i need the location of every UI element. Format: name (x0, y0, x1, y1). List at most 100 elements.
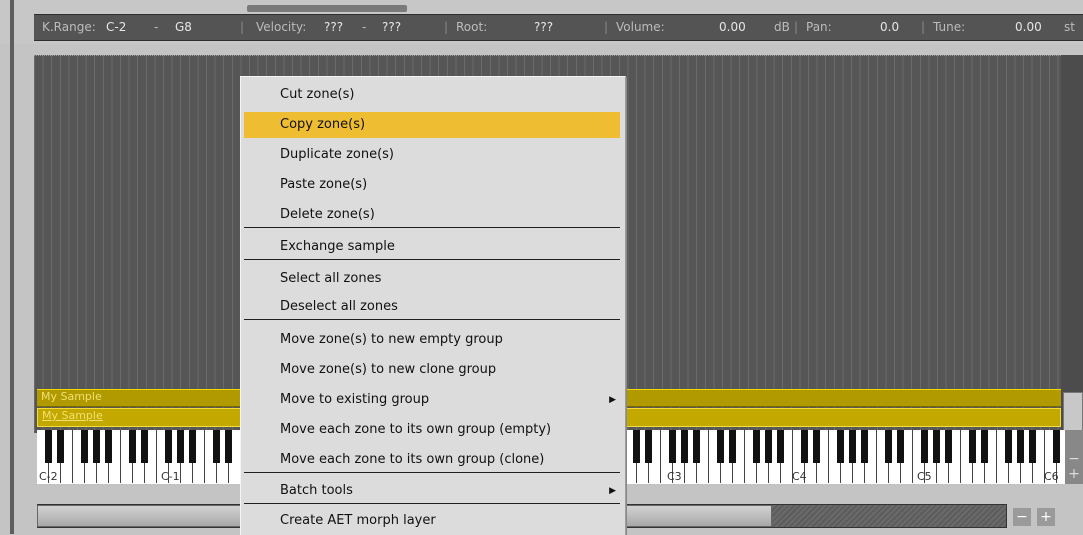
menu-item-move-each-to-own-group-empty[interactable]: Move each zone to its own group (empty) (244, 417, 620, 443)
krange-dash: - (154, 20, 159, 34)
black-key[interactable] (105, 430, 112, 463)
octave-label: C4 (792, 470, 807, 483)
menu-item-label: Move zone(s) to new empty group (280, 332, 503, 347)
zone-label: My Sample (42, 409, 103, 422)
menu-item-copy-zones[interactable]: Copy zone(s) (244, 112, 620, 138)
menu-item-label: Duplicate zone(s) (280, 147, 394, 162)
menu-item-label: Select all zones (280, 271, 382, 286)
velocity-high-value[interactable]: ??? (382, 15, 401, 40)
menu-item-cut-zones[interactable]: Cut zone(s) (244, 82, 620, 108)
volume-unit: dB (774, 20, 790, 34)
black-key[interactable] (45, 430, 52, 463)
black-key[interactable] (813, 430, 820, 463)
black-key[interactable] (93, 430, 100, 463)
black-key[interactable] (681, 430, 688, 463)
black-key[interactable] (225, 430, 232, 463)
menu-item-move-to-new-empty-group[interactable]: Move zone(s) to new empty group (244, 327, 620, 353)
menu-item-label: Batch tools (280, 483, 353, 498)
black-key[interactable] (633, 430, 640, 463)
velocity-low-value[interactable]: ??? (324, 15, 343, 40)
menu-item-move-to-existing-group[interactable]: Move to existing group ▶ (244, 387, 620, 413)
volume-value[interactable]: 0.00 (719, 15, 746, 40)
black-key[interactable] (969, 430, 976, 463)
pan-label: Pan: (806, 20, 832, 34)
menu-item-duplicate-zones[interactable]: Duplicate zone(s) (244, 142, 620, 168)
zoom-in-button[interactable]: + (1037, 508, 1055, 526)
black-key[interactable] (189, 430, 196, 463)
menu-item-label: Cut zone(s) (280, 87, 355, 102)
black-key[interactable] (213, 430, 220, 463)
black-key[interactable] (669, 430, 676, 463)
black-key[interactable] (141, 430, 148, 463)
black-key[interactable] (177, 430, 184, 463)
tune-value[interactable]: 0.00 (1015, 15, 1042, 40)
black-key[interactable] (693, 430, 700, 463)
octave-label: C3 (667, 470, 682, 483)
black-key[interactable] (765, 430, 772, 463)
black-key[interactable] (945, 430, 952, 463)
black-key[interactable] (861, 430, 868, 463)
menu-item-delete-zones[interactable]: Delete zone(s) (244, 202, 620, 228)
black-key[interactable] (729, 430, 736, 463)
octave-label: C6 (1044, 470, 1059, 483)
keyboard-zoom-in-button[interactable]: + (1067, 467, 1081, 481)
menu-item-label: Move to existing group (280, 392, 430, 407)
separator: | (794, 20, 799, 34)
menu-item-label: Create AET morph layer (280, 513, 436, 528)
menu-item-batch-tools[interactable]: Batch tools ▶ (244, 478, 620, 504)
black-key[interactable] (1053, 430, 1060, 463)
zoom-out-button[interactable]: − (1013, 508, 1031, 526)
black-key[interactable] (921, 430, 928, 463)
menu-item-label: Copy zone(s) (280, 117, 366, 132)
black-key[interactable] (129, 430, 136, 463)
black-key[interactable] (885, 430, 892, 463)
submenu-arrow-icon: ▶ (609, 486, 616, 496)
menu-item-select-all-zones[interactable]: Select all zones (244, 266, 620, 292)
octave-label: C5 (917, 470, 932, 483)
menu-item-deselect-all-zones[interactable]: Deselect all zones (244, 294, 620, 320)
menu-item-label: Move zone(s) to new clone group (280, 362, 497, 377)
black-key[interactable] (165, 430, 172, 463)
velocity-dash: - (362, 20, 367, 34)
black-key[interactable] (57, 430, 64, 463)
submenu-arrow-icon: ▶ (609, 395, 616, 405)
black-key[interactable] (981, 430, 988, 463)
black-key[interactable] (897, 430, 904, 463)
menu-item-move-to-new-clone-group[interactable]: Move zone(s) to new clone group (244, 357, 620, 383)
menu-item-paste-zones[interactable]: Paste zone(s) (244, 172, 620, 198)
black-key[interactable] (645, 430, 652, 463)
pan-value[interactable]: 0.0 (880, 15, 899, 40)
keyboard-zoom-out-button[interactable]: − (1067, 452, 1081, 466)
octave-label: C-2 (39, 470, 58, 483)
menu-item-label: Move each zone to its own group (empty) (280, 422, 552, 437)
separator: | (604, 20, 609, 34)
octave-label: C-1 (161, 470, 180, 483)
black-key[interactable] (1017, 430, 1024, 463)
black-key[interactable] (849, 430, 856, 463)
root-label: Root: (456, 20, 488, 34)
krange-low-value[interactable]: C-2 (106, 15, 126, 40)
context-menu: Cut zone(s) Copy zone(s) Duplicate zone(… (240, 76, 626, 535)
black-key[interactable] (1029, 430, 1036, 463)
black-key[interactable] (81, 430, 88, 463)
black-key[interactable] (777, 430, 784, 463)
volume-label: Volume: (616, 20, 665, 34)
black-key[interactable] (837, 430, 844, 463)
root-value[interactable]: ??? (534, 15, 553, 40)
separator: | (921, 20, 926, 34)
black-key[interactable] (801, 430, 808, 463)
separator: | (444, 20, 449, 34)
top-scroll-handle[interactable] (247, 5, 407, 12)
vertical-scrollbar[interactable] (1061, 55, 1083, 433)
krange-label: K.Range: (42, 20, 96, 34)
krange-high-value[interactable]: G8 (175, 15, 192, 40)
tune-label: Tune: (933, 20, 966, 34)
menu-item-exchange-sample[interactable]: Exchange sample (244, 234, 620, 260)
black-key[interactable] (753, 430, 760, 463)
velocity-label: Velocity: (256, 20, 307, 34)
menu-item-move-each-to-own-group-clone[interactable]: Move each zone to its own group (clone) (244, 447, 620, 473)
black-key[interactable] (1005, 430, 1012, 463)
black-key[interactable] (933, 430, 940, 463)
menu-item-create-aet-morph-layer[interactable]: Create AET morph layer (244, 508, 620, 534)
black-key[interactable] (717, 430, 724, 463)
